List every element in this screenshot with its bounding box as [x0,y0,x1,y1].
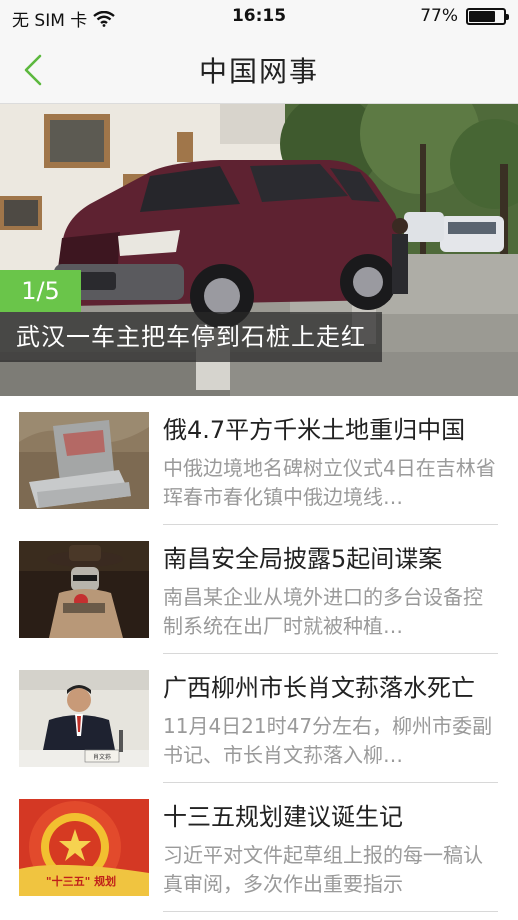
status-bar: 无 SIM 卡 16:15 77% [0,0,518,34]
news-summary: 11月4日21时47分左右，柳州市委副书记、市长肖文荪落入柳… [163,714,493,767]
news-title: 十三五规划建议诞生记 [163,803,403,831]
divider [163,911,498,912]
hero-caption: 武汉一车主把车停到石桩上走红 [0,312,382,362]
news-summary: 南昌某企业从境外进口的多台设备控制系统在出厂时就被种植… [163,585,483,638]
news-title: 俄4.7平方千米土地重归中国 [163,416,466,444]
news-title: 南昌安全局披露5起间谍案 [163,545,443,573]
news-list: 俄4.7平方千米土地重归中国 中俄边境地名碑树立仪式4日在吉林省珲春市春化镇中俄… [0,396,518,912]
official-photo-image: 肖文荪 [19,670,149,767]
nameplate-text: 肖文荪 [93,753,111,761]
slide-indicator: 1/5 [0,270,81,312]
page-title: 中国网事 [198,55,319,88]
nav-bar: 中国网事 [0,34,518,104]
news-thumbnail [19,541,149,638]
status-right: 77% [420,6,509,26]
plan-text: "十三五" 规划 [46,874,116,888]
battery-level [469,10,496,22]
spy-figure-image [19,541,149,638]
news-thumbnail [19,412,149,509]
battery-percent: 77% [420,6,458,26]
hero-carousel[interactable]: 1/5 武汉一车主把车停到石桩上走红 [0,104,518,396]
battery-icon [466,7,509,25]
news-title: 广西柳州市长肖文荪落水死亡 [163,674,475,702]
news-thumbnail: "十三五" 规划 [19,799,149,896]
boundary-stone-image [19,412,149,509]
news-item[interactable]: 俄4.7平方千米土地重归中国 中俄边境地名碑树立仪式4日在吉林省珲春市春化镇中俄… [0,396,518,525]
news-summary: 中俄边境地名碑树立仪式4日在吉林省珲春市春化镇中俄边境线… [163,456,496,509]
news-thumbnail: 肖文荪 [19,670,149,767]
news-summary: 习近平对文件起草组上报的每一稿认真审阅，多次作出重要指示 [163,843,483,896]
news-item[interactable]: 肖文荪 广西柳州市长肖文荪落水死亡 11月4日21时47分左右，柳州市委副书记、… [0,654,518,783]
five-year-plan-image: "十三五" 规划 [19,799,149,896]
news-item[interactable]: "十三五" 规划 十三五规划建议诞生记 习近平对文件起草组上报的每一稿认真审阅，… [0,783,518,912]
news-item[interactable]: 南昌安全局披露5起间谍案 南昌某企业从境外进口的多台设备控制系统在出厂时就被种植… [0,525,518,654]
